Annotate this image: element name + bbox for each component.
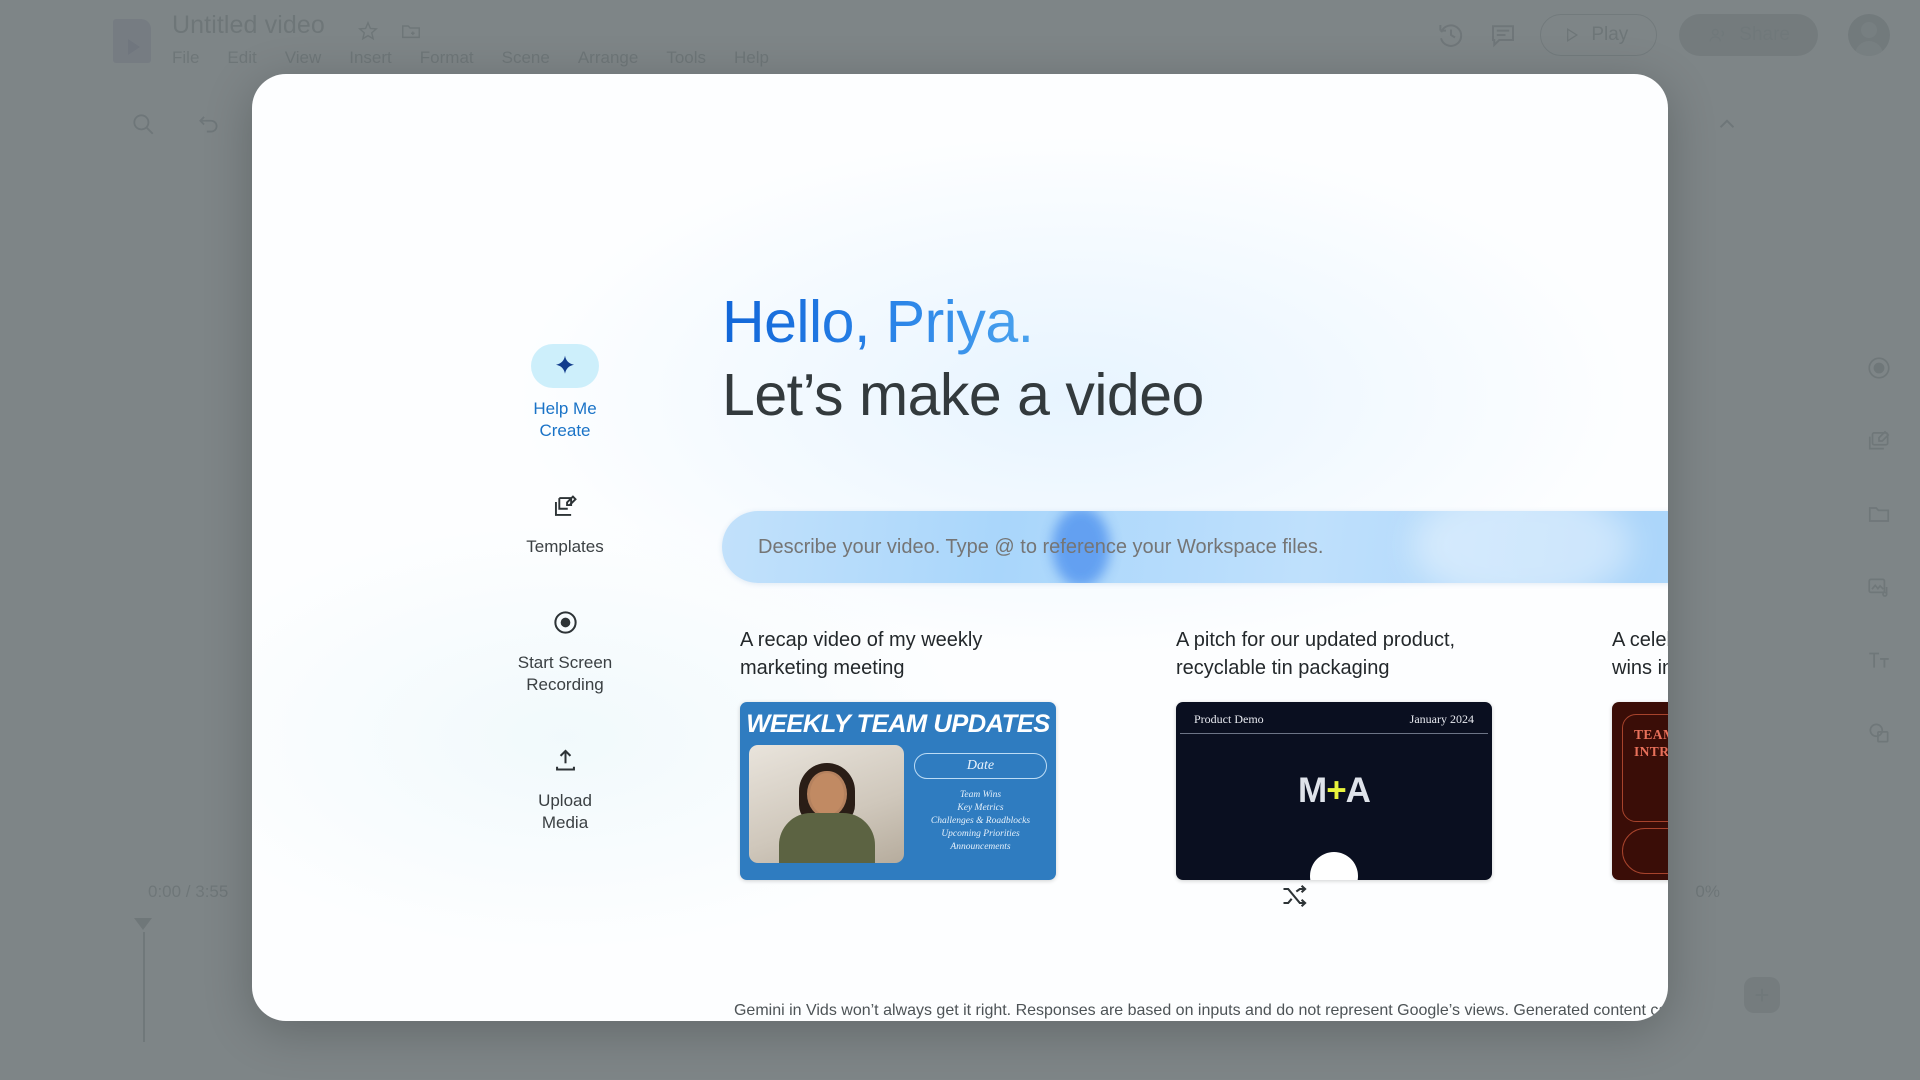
thumb-header-right: January 2024 <box>1409 712 1474 726</box>
sidebar-label-line1: Start Screen <box>517 653 613 672</box>
thumb-bullet-list: Team Wins Key Metrics Challenges & Roadb… <box>931 789 1030 854</box>
card-thumbnail-weekly-team-updates: WEEKLY TEAM UPDATES Date Team Wins Key M… <box>740 702 1056 880</box>
thumb-logo-right: A <box>1345 771 1371 810</box>
suggestion-card-2[interactable]: A pitch for our updated product, recycla… <box>1176 626 1492 880</box>
thumb-circle-decor <box>1310 852 1358 880</box>
thumb-date-pill: Date <box>914 753 1047 779</box>
thumb-header-left: Product Demo <box>1194 712 1264 726</box>
greeting-text: Hello, Priya. <box>722 289 1034 355</box>
sidebar-label-line1: Templates <box>526 537 604 556</box>
thumb-bullet: Announcements <box>950 842 1011 852</box>
thumb-bullet: Team Wins <box>959 790 1002 800</box>
thumb-logo: M+A <box>1176 771 1492 811</box>
card-caption: A celebratory video of employee wins in … <box>1612 629 1668 679</box>
disclaimer-text: Gemini in Vids won’t always get it right… <box>733 1002 1668 1019</box>
sidebar-label-line1: Upload <box>538 791 592 810</box>
sidebar-item-start-screen-recording[interactable]: Start Screen Recording <box>500 602 630 696</box>
sidebar-label-line1: Help Me <box>533 399 597 418</box>
thumb-bullet: Upcoming Priorities <box>941 829 1020 839</box>
card-thumbnail-team-intro: TEAM AND/OR INDIVIDUAL INTRODUCTION Alex… <box>1612 702 1668 880</box>
suggestion-cards: A recap video of my weekly marketing mee… <box>740 626 1668 880</box>
sidebar-label-line2: Recording <box>526 675 604 694</box>
sidebar-item-templates[interactable]: Templates <box>500 486 630 558</box>
templates-icon <box>531 486 599 526</box>
upload-icon <box>531 740 599 780</box>
sidebar-label-line2: Create <box>539 421 591 440</box>
card-thumbnail-product-demo: Product Demo January 2024 M+A <box>1176 702 1492 880</box>
sidebar-label-line2: Media <box>541 813 589 832</box>
sidebar-item-help-me-create[interactable]: Help Me Create <box>500 344 630 442</box>
shuffle-icon <box>1283 884 1307 908</box>
thumb-person-photo <box>749 745 904 863</box>
card-caption: A recap video of my weekly marketing mee… <box>740 629 983 679</box>
record-icon <box>531 602 599 642</box>
thumb-bullet: Challenges & Roadblocks <box>930 816 1031 826</box>
suggestion-card-3[interactable]: A celebratory video of employee wins in … <box>1612 626 1668 880</box>
thumb-title: TEAM AND/OR INDIVIDUAL INTRODUCTION <box>1634 727 1668 759</box>
thumb-bullet: Key Metrics <box>957 803 1004 813</box>
suggestion-card-1[interactable]: A recap video of my weekly marketing mee… <box>740 626 1056 880</box>
modal-sidebar: Help Me Create Templates Start Screen Re… <box>500 344 630 834</box>
thumb-logo-plus: + <box>1326 771 1346 810</box>
prompt-input[interactable] <box>758 511 1668 583</box>
page-title: Hello, Priya. Let’s make a video <box>722 286 1204 432</box>
thumb-logo-left: M <box>1298 771 1327 810</box>
prompt-bar: Next <box>722 511 1668 583</box>
help-me-create-dialog: Help Me Create Templates Start Screen Re… <box>252 74 1668 1021</box>
sidebar-item-upload-media[interactable]: Upload Media <box>500 740 630 834</box>
shuffle-suggestions-button[interactable] <box>1272 874 1316 918</box>
thumb-title: WEEKLY TEAM UPDATES <box>746 710 1050 738</box>
sparkle-icon <box>531 344 599 388</box>
subtitle-text: Let’s make a video <box>722 362 1204 428</box>
card-caption: A pitch for our updated product, recycla… <box>1176 629 1456 679</box>
